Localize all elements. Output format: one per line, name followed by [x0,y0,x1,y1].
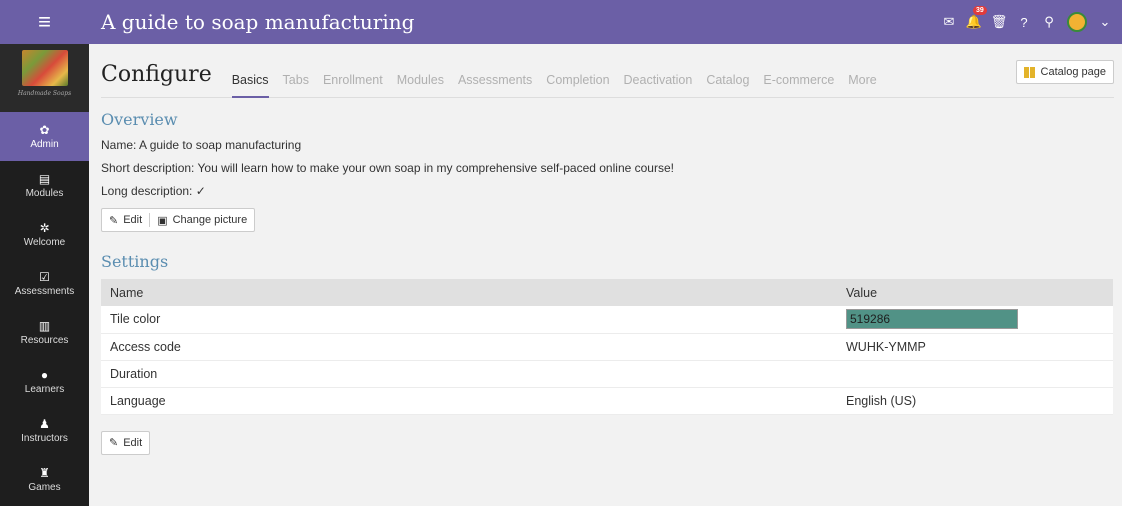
tab-catalog[interactable]: Catalog [706,73,749,87]
settings-table: Name Value Tile color 519286 Access code… [101,279,1113,415]
pencil-icon: ✎ [109,437,119,449]
brand[interactable]: Handmade Soaps [0,44,89,112]
sidebar-item-modules[interactable]: ▤ Modules [0,161,89,210]
sidebar-item-resources[interactable]: ▥ Resources [0,308,89,357]
table-row: Tile color 519286 [101,306,1113,334]
setting-name: Duration [101,360,837,388]
sidebar-item-label: Modules [25,188,64,199]
overview-short-description: Short description: You will learn how to… [101,161,674,175]
overview-name: Name: A guide to soap manufacturing [101,138,302,152]
catalog-page-button[interactable]: Catalog page [1015,60,1114,84]
change-picture-button[interactable]: ▣ Change picture [150,209,254,231]
tab-enrollment[interactable]: Enrollment [323,73,383,87]
tab-e-commerce[interactable]: E-commerce [763,73,834,87]
tab-completion[interactable]: Completion [546,73,609,87]
tab-bar: Basics Tabs Enrollment Modules Assessmen… [231,73,877,98]
tab-tabs[interactable]: Tabs [283,73,309,87]
settings-title: Settings [101,252,169,271]
menu-icon[interactable]: ≡ [0,0,89,44]
long-description-label: Long description: [101,184,193,198]
modules-icon: ▤ [38,172,51,186]
tab-assessments[interactable]: Assessments [458,73,532,87]
assessments-icon: ☑ [39,270,50,284]
tile-color-field[interactable]: 519286 [846,309,1018,330]
settings-edit-button[interactable]: ✎ Edit [101,430,151,455]
top-icons: ✉ 🔔 39 🗑 ? ⚲ ⌄ [942,0,1112,44]
setting-name: Tile color [101,306,837,334]
table-row: Access code WUHK-YMMP [101,333,1113,361]
edit-label: Edit [123,436,143,449]
overview-actions: ✎ Edit ▣ Change picture [101,208,256,232]
sidebar: ≡ Handmade Soaps ✿ Admin ▤ Modules ✲ Wel… [0,0,89,506]
sidebar-item-admin[interactable]: ✿ Admin [0,112,89,161]
help-icon[interactable]: ? [1017,15,1031,30]
brand-logo-text: Handmade Soaps [17,90,72,97]
mail-icon[interactable]: ✉ [942,14,956,29]
main-content: Configure Basics Tabs Enrollment Modules… [89,44,1122,506]
sidebar-item-learners[interactable]: ● Learners [0,357,89,406]
resources-icon: ▥ [38,319,51,333]
sidebar-item-label: Instructors [21,433,68,444]
setting-value [837,360,1113,388]
tab-more[interactable]: More [848,73,876,87]
setting-value: WUHK-YMMP [837,333,1113,361]
page-title: Configure [101,62,212,87]
checkmark-icon: ✓ [195,184,206,198]
setting-name: Language [101,387,837,415]
overview-edit-button[interactable]: ✎ Edit [102,209,149,231]
setting-value: English (US) [837,387,1113,415]
column-header-value: Value [837,279,1113,306]
sidebar-item-label: Welcome [23,237,66,248]
table-header-row: Name Value [101,279,1113,306]
table-row: Duration [101,360,1113,388]
tab-basics[interactable]: Basics [231,73,269,98]
sidebar-item-label: Assessments [14,286,75,297]
sidebar-item-label: Games [28,482,61,493]
setting-value: 519286 [837,306,1113,334]
tab-modules[interactable]: Modules [397,73,444,87]
sidebar-item-games[interactable]: ♜ Games [0,455,89,504]
table-row: Language English (US) [101,387,1113,415]
sidebar-item-label: Resources [20,335,69,346]
learners-icon: ● [40,368,49,382]
sidebar-item-instructors[interactable]: ♟ Instructors [0,406,89,455]
search-icon[interactable]: ⚲ [1042,14,1056,29]
course-title: A guide to soap manufacturing [101,10,415,34]
catalog-page-label: Catalog page [1040,66,1106,78]
gear-icon: ✿ [39,123,50,137]
edit-label: Edit [123,214,143,226]
column-header-name: Name [101,279,837,306]
instructors-icon: ♟ [39,417,50,431]
pencil-icon: ✎ [109,214,119,227]
catalog-icon [1023,66,1035,78]
tab-deactivation[interactable]: Deactivation [624,73,693,87]
sidebar-item-welcome[interactable]: ✲ Welcome [0,210,89,259]
overview-long-description: Long description: ✓ [101,184,1114,198]
avatar[interactable] [1067,12,1087,32]
sidebar-item-label: Admin [30,139,59,150]
chevron-down-icon[interactable]: ⌄ [1098,14,1112,29]
top-bar: A guide to soap manufacturing ✉ 🔔 39 🗑 ? … [89,0,1122,44]
change-picture-label: Change picture [172,214,248,226]
image-icon: ▣ [157,214,168,227]
sidebar-item-assessments[interactable]: ☑ Assessments [0,259,89,308]
sidebar-item-label: Learners [24,384,65,395]
notification-badge: 39 [973,6,987,15]
trash-icon[interactable]: 🗑 [991,14,1008,29]
configure-header: Configure Basics Tabs Enrollment Modules… [101,44,1114,98]
trophy-icon: ♜ [39,466,50,480]
notifications-icon[interactable]: 🔔 39 [966,6,987,29]
brand-logo [21,50,68,86]
setting-name: Access code [101,333,837,361]
welcome-icon: ✲ [39,221,50,235]
overview-title: Overview [101,110,178,129]
